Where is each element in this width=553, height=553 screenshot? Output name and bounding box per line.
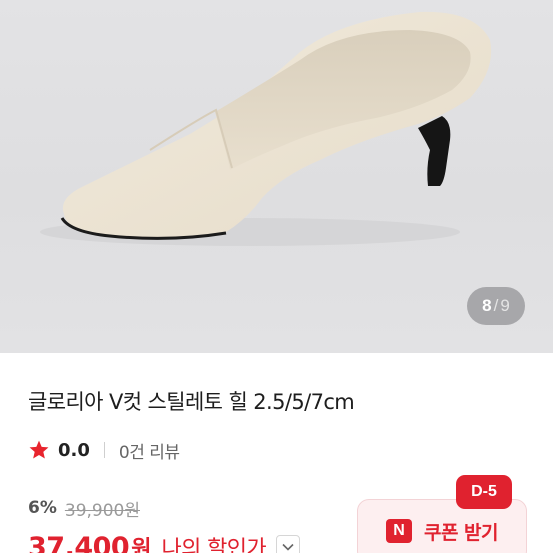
d-day-badge: D-5 (456, 475, 512, 509)
review-count-link[interactable]: 0건 리뷰 (119, 438, 180, 463)
chevron-down-icon (282, 543, 294, 551)
product-title: 글로리아 V컷 스틸레토 힐 2.5/5/7cm (28, 390, 355, 414)
discount-rate: 6% (28, 498, 57, 518)
my-price-expand-button[interactable] (276, 535, 301, 553)
price-currency: 원 (131, 537, 152, 553)
discount-row: 6% 39,900원 (28, 496, 140, 521)
image-counter: 8 / 9 (467, 287, 525, 325)
image-counter-separator: / (493, 296, 499, 315)
image-counter-current: 8 (482, 296, 492, 315)
price-row: 37,400 원 나의 할인가 (28, 531, 301, 553)
rating-row[interactable]: 0.0 0건 리뷰 (28, 436, 180, 464)
product-image[interactable]: 8 / 9 (0, 0, 553, 353)
star-icon (29, 440, 49, 459)
n-logo-icon: N (385, 519, 412, 543)
sale-price: 37,400 (28, 531, 130, 553)
coupon-label: 쿠폰 받기 (423, 521, 499, 544)
original-price: 39,900원 (64, 500, 140, 521)
rating-divider (103, 442, 105, 458)
image-counter-total: 9 (500, 296, 510, 315)
my-price-label: 나의 할인가 (161, 537, 267, 553)
rating-score: 0.0 (58, 439, 90, 461)
